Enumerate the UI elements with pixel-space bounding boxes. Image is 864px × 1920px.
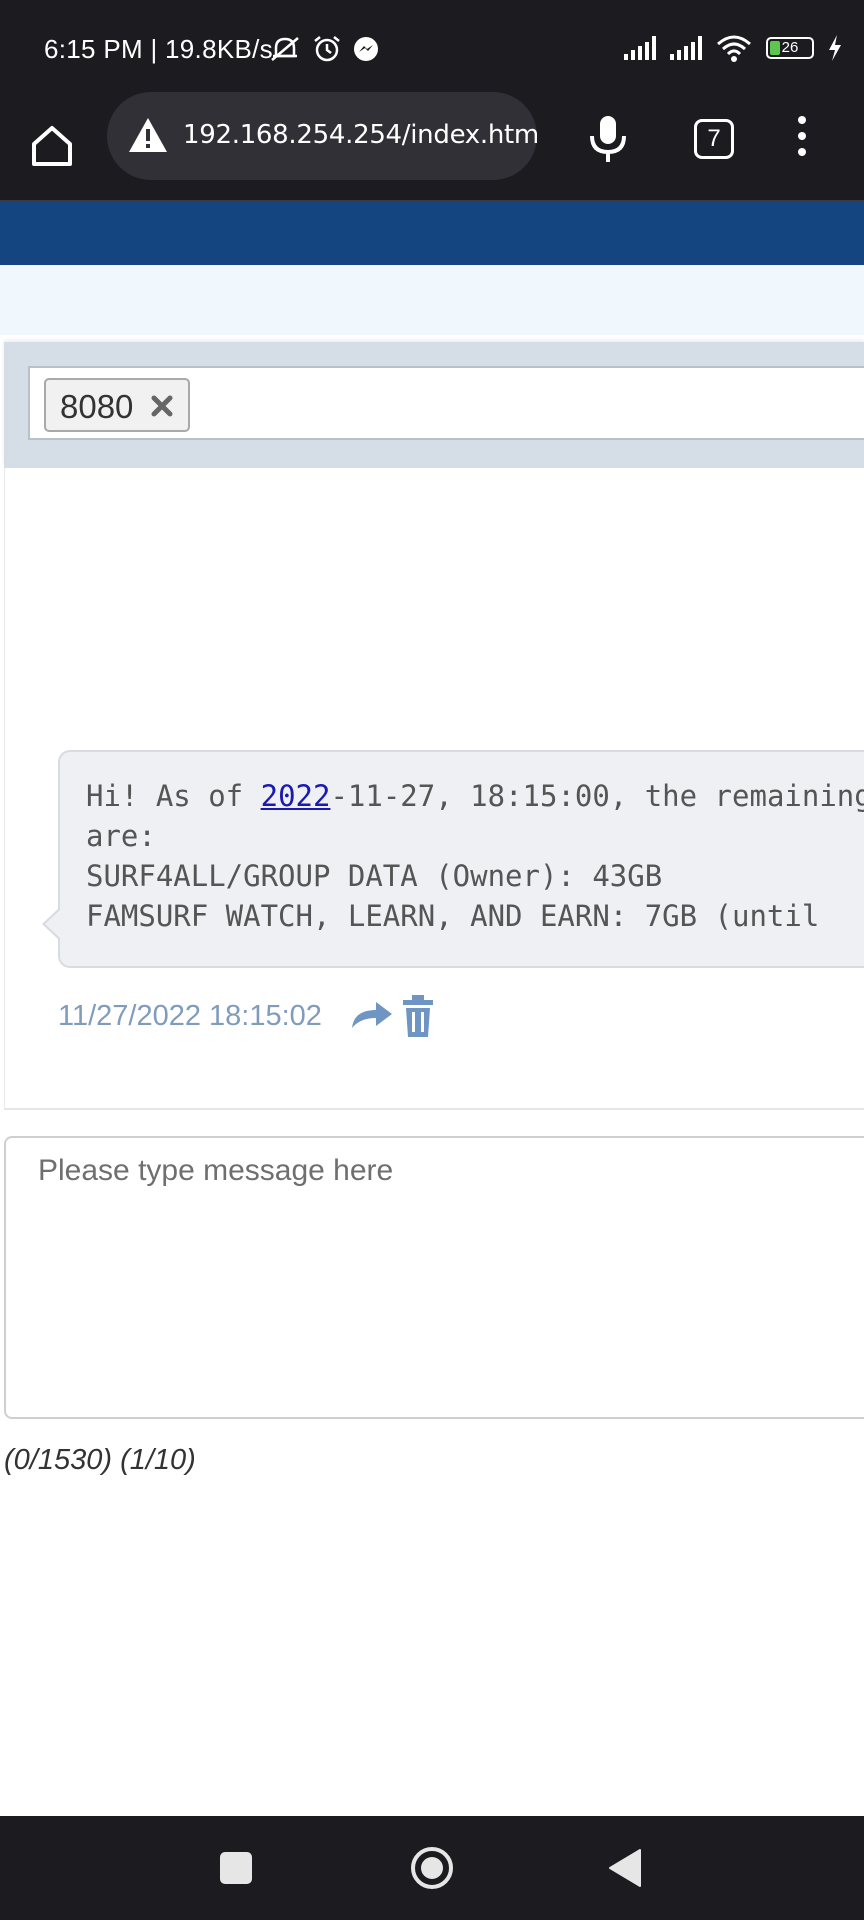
url-text[interactable]: 192.168.254.254/index.htm xyxy=(183,120,539,150)
home-nav-icon[interactable] xyxy=(410,1846,454,1890)
status-right-icons: 26 xyxy=(624,34,842,62)
signal-icon xyxy=(624,36,656,60)
overflow-menu-icon[interactable] xyxy=(794,116,810,162)
alarm-icon xyxy=(314,36,340,62)
message-input[interactable] xyxy=(4,1136,864,1419)
message-line3: SURF4ALL/GROUP DATA (Owner): 43GB xyxy=(86,859,663,893)
message-bubble: Hi! As of 2022-11-27, 18:15:00, the rema… xyxy=(58,750,864,968)
notifications-off-icon xyxy=(271,37,299,61)
message-line2: are: xyxy=(86,819,156,853)
recents-button[interactable] xyxy=(220,1852,252,1884)
address-bar[interactable]: 192.168.254.254/index.htm xyxy=(107,92,539,180)
bubble-tail-fill xyxy=(45,910,60,938)
message-line1-prefix: Hi! As of xyxy=(86,779,261,813)
messenger-icon xyxy=(354,37,378,61)
trash-icon[interactable] xyxy=(402,994,434,1038)
message-line4: FAMSURF WATCH, LEARN, AND EARN: 7GB (unt… xyxy=(86,899,820,933)
battery-icon: 26 xyxy=(766,37,814,59)
microphone-icon[interactable] xyxy=(586,114,630,164)
forward-icon[interactable] xyxy=(350,998,394,1032)
message-line1-suffix: -11-27, 18:15:00, the remaining xyxy=(330,779,864,813)
status-time: 6:15 PM | 19.8KB/s xyxy=(44,34,273,64)
close-icon[interactable] xyxy=(150,394,174,418)
signal-icon xyxy=(670,36,702,60)
date-link[interactable]: 2022 xyxy=(261,779,331,813)
home-icon[interactable] xyxy=(26,120,78,172)
page-header-band xyxy=(0,201,864,265)
character-counter: (0/1530) (1/10) xyxy=(4,1444,196,1476)
tab-switcher-button[interactable]: 7 xyxy=(694,119,734,159)
recipient-chip-label: 8080 xyxy=(60,388,134,425)
page-subheader xyxy=(0,265,864,335)
back-icon[interactable] xyxy=(608,1848,644,1888)
wifi-icon xyxy=(717,35,751,62)
recipient-chip: 8080 xyxy=(44,378,190,432)
warning-icon[interactable] xyxy=(127,116,169,154)
charging-icon xyxy=(829,35,841,61)
status-left-icons xyxy=(268,34,380,64)
status-bar: 6:15 PM | 19.8KB/s 26 xyxy=(0,0,864,102)
message-timestamp: 11/27/2022 18:15:02 xyxy=(58,1000,322,1032)
battery-level: 26 xyxy=(781,39,799,56)
message-text: Hi! As of 2022-11-27, 18:15:00, the rema… xyxy=(86,776,864,936)
